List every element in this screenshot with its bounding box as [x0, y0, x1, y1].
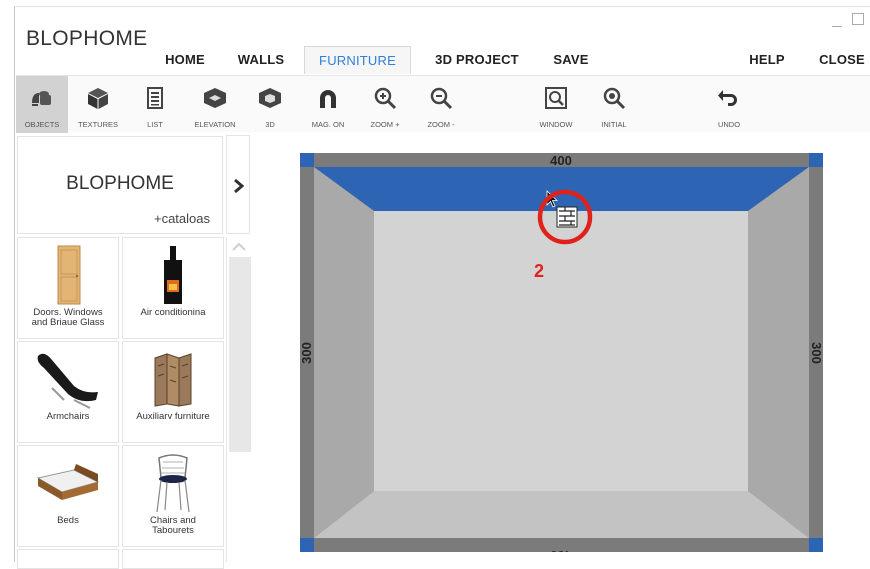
magnet-icon: [320, 90, 336, 108]
catalog-brand-card[interactable]: BLOPHOME +cataloas: [17, 136, 223, 234]
right-wall[interactable]: [748, 167, 809, 538]
top-dimension-label: 400: [550, 153, 572, 168]
brick-wall-icon: [556, 206, 578, 228]
zoom-in-icon: [374, 87, 397, 110]
maximize-button[interactable]: [852, 13, 864, 25]
tool-3d[interactable]: 3D: [248, 76, 292, 133]
tool-zoom-in[interactable]: ZOOM +: [360, 76, 410, 133]
catalog-sidebar: BLOPHOME +cataloas Doors. Windows and Br…: [16, 134, 224, 569]
tool-label: MAG. ON: [311, 120, 345, 129]
category-auxiliary-furniture[interactable]: Auxiliarv furniture: [122, 341, 224, 443]
elevation-icon: [204, 88, 226, 108]
tool-label: WINDOW: [539, 120, 573, 129]
stove-icon: [164, 246, 182, 304]
category-tile-partial[interactable]: [122, 549, 224, 569]
corner-handle[interactable]: [300, 538, 314, 552]
left-dimension-label: 300: [300, 342, 314, 364]
menu-help[interactable]: HELP: [736, 46, 798, 74]
menu-home[interactable]: HOME: [152, 46, 218, 74]
top-wall-selected[interactable]: [314, 167, 809, 211]
list-icon: [147, 87, 163, 109]
category-doors-windows[interactable]: Doors. Windows and Briaue Glass: [17, 237, 119, 339]
corner-handle[interactable]: [300, 153, 314, 167]
folding-screen-icon: [154, 353, 192, 407]
3d-icon: [259, 88, 281, 108]
wire-chair-icon: [156, 454, 190, 513]
category-label: Auxiliarv furniture: [136, 411, 210, 422]
room-floor[interactable]: [374, 211, 748, 491]
tool-label: INITIAL: [601, 120, 627, 129]
undo-icon: [718, 90, 737, 106]
door-icon: [57, 245, 81, 305]
tool-list[interactable]: LIST: [131, 76, 179, 133]
next-catalog-button[interactable]: [226, 135, 250, 234]
tool-label: ZOOM -: [427, 120, 455, 129]
tool-objects[interactable]: OBJECTS: [16, 76, 68, 133]
right-dimension-label: 300: [809, 342, 823, 364]
corner-handle[interactable]: [809, 153, 823, 167]
window-zoom-icon: [545, 87, 567, 109]
scroll-thumb[interactable]: [229, 257, 251, 452]
category-label: Doors. Windows and Briaue Glass: [31, 307, 105, 328]
cube-icon: [88, 88, 108, 109]
bottom-dimension-label: 400: [550, 548, 572, 552]
tool-label: ELEVATION: [194, 120, 236, 129]
tool-textures[interactable]: TEXTURES: [73, 76, 123, 133]
tool-initial[interactable]: INITIAL: [590, 76, 638, 133]
chevron-right-icon: [234, 178, 245, 194]
room-plan[interactable]: 400 400 300 300: [300, 153, 823, 552]
tool-label: UNDO: [717, 120, 741, 129]
menu-furniture[interactable]: FURNITURE: [304, 46, 411, 74]
category-label: Armchairs: [46, 411, 90, 422]
menu-save[interactable]: SAVE: [540, 46, 602, 74]
tool-magnet[interactable]: MAG. ON: [302, 76, 354, 133]
category-beds[interactable]: Beds: [17, 445, 119, 547]
annotation-step-number: 2: [534, 261, 545, 281]
tool-label: 3D: [265, 120, 275, 129]
catalog-brand-title: BLOPHOME: [66, 173, 174, 194]
objects-icon: [32, 91, 51, 106]
lounge-chair-icon: [37, 353, 98, 409]
tool-label: OBJECTS: [24, 120, 60, 129]
category-label: Chairs and Tabourets: [150, 515, 196, 536]
tool-elevation[interactable]: ELEVATION: [187, 76, 243, 133]
tool-zoom-out[interactable]: ZOOM -: [416, 76, 466, 133]
tool-undo[interactable]: UNDO: [704, 76, 754, 133]
tool-label: ZOOM +: [370, 120, 400, 129]
category-label: Beds: [57, 515, 79, 526]
menu-close[interactable]: CLOSE: [812, 46, 870, 74]
left-wall[interactable]: [314, 167, 374, 538]
catalog-scrollbar[interactable]: [226, 237, 251, 562]
chevron-up-icon[interactable]: [227, 237, 251, 257]
zoom-out-icon: [430, 87, 453, 110]
app-title: BLOPHOME: [26, 27, 148, 50]
bottom-wall[interactable]: [314, 491, 809, 538]
bed-icon: [36, 464, 100, 500]
catalog-brand-subtitle: +cataloas: [153, 211, 210, 226]
minimize-button[interactable]: [832, 26, 842, 27]
tool-label: TEXTURES: [77, 120, 118, 129]
corner-handle[interactable]: [809, 538, 823, 552]
initial-zoom-icon: [603, 87, 626, 110]
tool-window[interactable]: WINDOW: [530, 76, 582, 133]
menu-3d-project[interactable]: 3D PROJECT: [424, 46, 530, 74]
category-label: Air conditionina: [140, 307, 206, 318]
furniture-toolbar: OBJECTS TEXTURES LIST ELEVATION 3D MAG. …: [16, 75, 870, 133]
category-chairs-tabourets[interactable]: Chairs and Tabourets: [122, 445, 224, 547]
blophome-app: BLOPHOME HOME WALLS FURNITURE 3D PROJECT…: [0, 0, 870, 569]
category-air-conditioning[interactable]: Air conditionina: [122, 237, 224, 339]
tool-label: LIST: [147, 120, 163, 129]
menu-walls[interactable]: WALLS: [226, 46, 296, 74]
category-tile-partial[interactable]: [17, 549, 119, 569]
category-armchairs[interactable]: Armchairs: [17, 341, 119, 443]
